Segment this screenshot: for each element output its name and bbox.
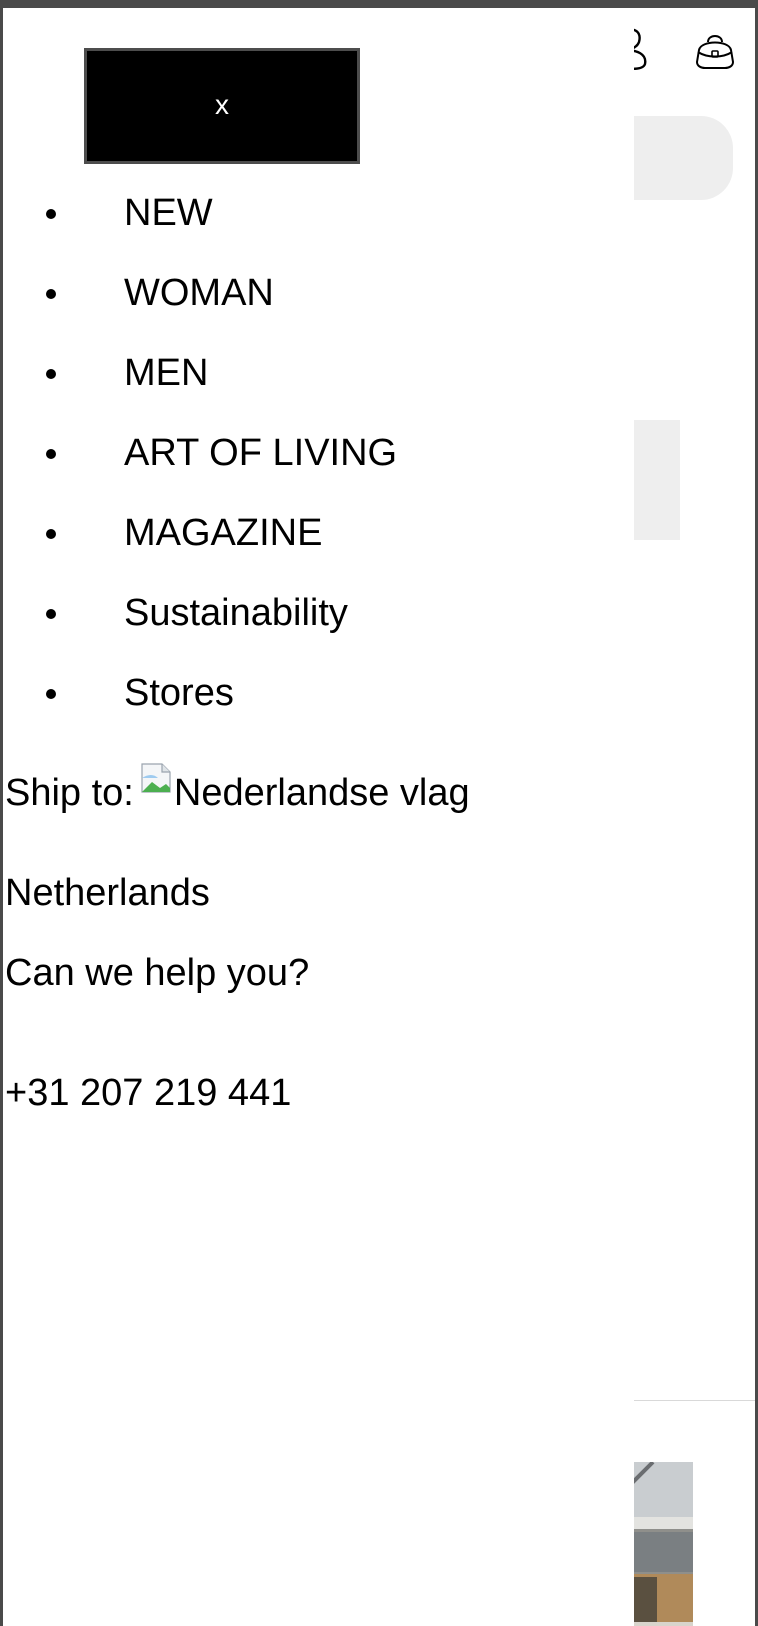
flag-image: Nederlandse vlag (140, 763, 470, 818)
nav-item-art-of-living[interactable]: ART OF LIVING (3, 413, 397, 493)
nav-item-woman[interactable]: WOMAN (3, 253, 397, 333)
side-menu-drawer: x NEW WOMAN MEN ART OF LIVING MAGAZINE S… (3, 8, 634, 1626)
nav-item-stores[interactable]: Stores (3, 653, 397, 733)
nav-item-sustainability[interactable]: Sustainability (3, 573, 397, 653)
nav-item-men[interactable]: MEN (3, 333, 397, 413)
flag-alt-text: Nederlandse vlag (173, 772, 470, 814)
close-menu-button[interactable]: x (84, 48, 360, 164)
ship-to-label: Ship to: (5, 772, 134, 814)
broken-image-icon (141, 763, 171, 793)
help-heading: Can we help you? (5, 952, 310, 994)
page-viewport: x NEW WOMAN MEN ART OF LIVING MAGAZINE S… (3, 8, 755, 1626)
ship-to-selector[interactable]: Ship to: Nederlandse vlag (5, 763, 470, 818)
ship-to-country[interactable]: Netherlands (5, 868, 210, 918)
shopping-bag-icon[interactable] (693, 28, 737, 72)
nav-item-new[interactable]: NEW (3, 173, 397, 253)
main-nav-list: NEW WOMAN MEN ART OF LIVING MAGAZINE Sus… (3, 173, 397, 733)
nav-item-magazine[interactable]: MAGAZINE (3, 493, 397, 573)
help-phone-link[interactable]: +31 207 219 441 (5, 1068, 291, 1118)
